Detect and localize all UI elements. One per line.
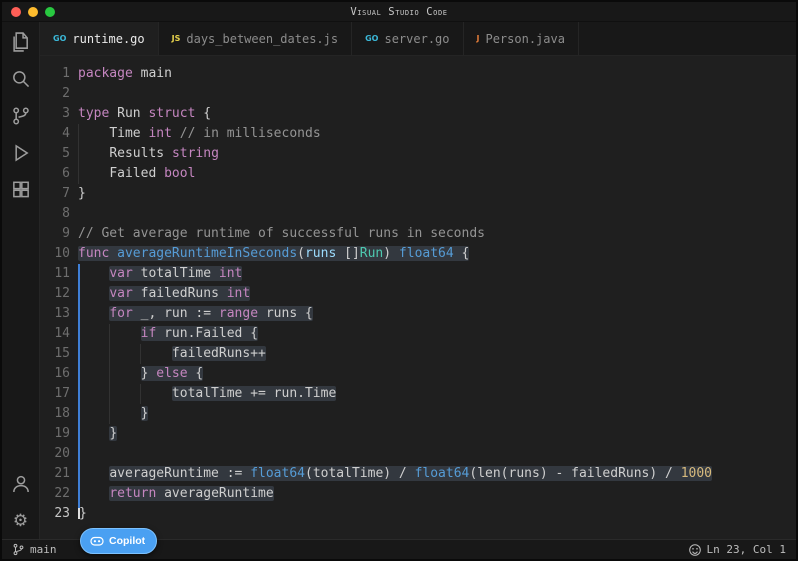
tab-label: runtime.go <box>72 32 144 46</box>
indent-guide <box>78 124 79 184</box>
line-number[interactable]: 20 <box>40 444 70 464</box>
line-number[interactable]: 10 <box>40 244 70 264</box>
code-line[interactable]: 5 Results string <box>40 144 796 164</box>
run-and-debug-icon[interactable] <box>9 141 33 165</box>
go-file-icon: GO <box>365 34 378 43</box>
git-branch-indicator[interactable]: main <box>12 543 57 556</box>
settings-gear-icon[interactable]: ⚙ <box>9 509 33 533</box>
line-number[interactable]: 9 <box>40 224 70 244</box>
line-number[interactable]: 7 <box>40 184 70 204</box>
search-icon[interactable] <box>9 67 33 91</box>
active-indent-guide <box>78 264 80 508</box>
indent-guide <box>140 384 141 404</box>
code-line[interactable]: 7} <box>40 184 796 204</box>
code-line[interactable]: 23} <box>40 504 796 524</box>
git-branch-icon <box>12 543 25 556</box>
editor-group: GO runtime.go JS days_between_dates.js G… <box>40 22 796 539</box>
tab-label: server.go <box>384 32 449 46</box>
code-lines: 1package main23type Run struct {4 Time i… <box>40 64 796 524</box>
code-line[interactable]: 15 failedRuns++ <box>40 344 796 364</box>
accounts-icon[interactable] <box>9 472 33 496</box>
code-line[interactable]: 17 totalTime += run.Time <box>40 384 796 404</box>
main-body: ⚙ GO runtime.go JS days_between_dates.js… <box>2 22 796 539</box>
line-number[interactable]: 23 <box>40 504 70 524</box>
code-line[interactable]: 21 averageRuntime := float64(totalTime) … <box>40 464 796 484</box>
tab-days-between-dates-js[interactable]: JS days_between_dates.js <box>159 22 352 55</box>
line-number[interactable]: 14 <box>40 324 70 344</box>
copilot-label: Copilot <box>109 535 145 547</box>
line-number[interactable]: 12 <box>40 284 70 304</box>
code-line[interactable]: 4 Time int // in milliseconds <box>40 124 796 144</box>
cursor-position-indicator[interactable]: Ln 23, Col 1 <box>688 543 786 557</box>
tab-runtime-go[interactable]: GO runtime.go <box>40 22 159 55</box>
line-number[interactable]: 5 <box>40 144 70 164</box>
code-line[interactable]: 13 for _, run := range runs { <box>40 304 796 324</box>
activity-bar: ⚙ <box>2 22 40 539</box>
code-line[interactable]: 12 var failedRuns int <box>40 284 796 304</box>
tab-label: days_between_dates.js <box>186 32 338 46</box>
maximize-window-button[interactable] <box>45 7 55 17</box>
line-number[interactable]: 3 <box>40 104 70 124</box>
js-file-icon: JS <box>172 34 181 43</box>
line-number[interactable]: 15 <box>40 344 70 364</box>
line-number[interactable]: 19 <box>40 424 70 444</box>
line-number[interactable]: 4 <box>40 124 70 144</box>
tab-person-java[interactable]: J Person.java <box>464 22 579 55</box>
code-line[interactable]: 3type Run struct { <box>40 104 796 124</box>
code-line[interactable]: 18 } <box>40 404 796 424</box>
line-number[interactable]: 22 <box>40 484 70 504</box>
copilot-button[interactable]: Copilot <box>80 528 157 554</box>
extensions-icon[interactable] <box>9 178 33 202</box>
source-control-icon[interactable] <box>9 104 33 128</box>
line-col-label: Ln 23, Col 1 <box>707 543 786 556</box>
title-bar: Visual Studio Code <box>2 2 796 22</box>
code-line[interactable]: 2 <box>40 84 796 104</box>
code-line[interactable]: 9// Get average runtime of successful ru… <box>40 224 796 244</box>
code-line[interactable]: 11 var totalTime int <box>40 264 796 284</box>
line-number[interactable]: 21 <box>40 464 70 484</box>
go-file-icon: GO <box>53 34 66 43</box>
vscode-window: Visual Studio Code <box>0 0 798 561</box>
close-window-button[interactable] <box>11 7 21 17</box>
code-line[interactable]: 19 } <box>40 424 796 444</box>
code-line[interactable]: 22 return averageRuntime <box>40 484 796 504</box>
line-number[interactable]: 1 <box>40 64 70 84</box>
code-line[interactable]: 1package main <box>40 64 796 84</box>
activity-bar-bottom: ⚙ <box>9 472 33 533</box>
traffic-lights <box>2 7 55 17</box>
code-line[interactable]: 8 <box>40 204 796 224</box>
line-number[interactable]: 8 <box>40 204 70 224</box>
minimize-window-button[interactable] <box>28 7 38 17</box>
line-number[interactable]: 17 <box>40 384 70 404</box>
line-number[interactable]: 13 <box>40 304 70 324</box>
copilot-icon <box>90 534 104 548</box>
code-line[interactable]: 16 } else { <box>40 364 796 384</box>
line-number[interactable]: 2 <box>40 84 70 104</box>
code-line[interactable]: 6 Failed bool <box>40 164 796 184</box>
indent-guide <box>140 344 141 364</box>
feedback-smiley-icon <box>688 543 702 557</box>
tab-server-go[interactable]: GO server.go <box>352 22 463 55</box>
line-number[interactable]: 11 <box>40 264 70 284</box>
code-line[interactable]: 10func averageRuntimeInSeconds(runs []Ru… <box>40 244 796 264</box>
line-number[interactable]: 18 <box>40 404 70 424</box>
indent-guide <box>109 324 110 424</box>
line-number[interactable]: 16 <box>40 364 70 384</box>
line-number[interactable]: 6 <box>40 164 70 184</box>
explorer-icon[interactable] <box>9 30 33 54</box>
tab-label: Person.java <box>485 32 564 46</box>
code-line[interactable]: 14 if run.Failed { <box>40 324 796 344</box>
activity-bar-top <box>9 30 33 202</box>
window-title: Visual Studio Code <box>2 6 796 18</box>
code-line[interactable]: 20 <box>40 444 796 464</box>
java-file-icon: J <box>477 34 480 43</box>
branch-name: main <box>30 543 57 556</box>
tab-bar: GO runtime.go JS days_between_dates.js G… <box>40 22 796 56</box>
code-editor[interactable]: 1package main23type Run struct {4 Time i… <box>40 56 796 539</box>
